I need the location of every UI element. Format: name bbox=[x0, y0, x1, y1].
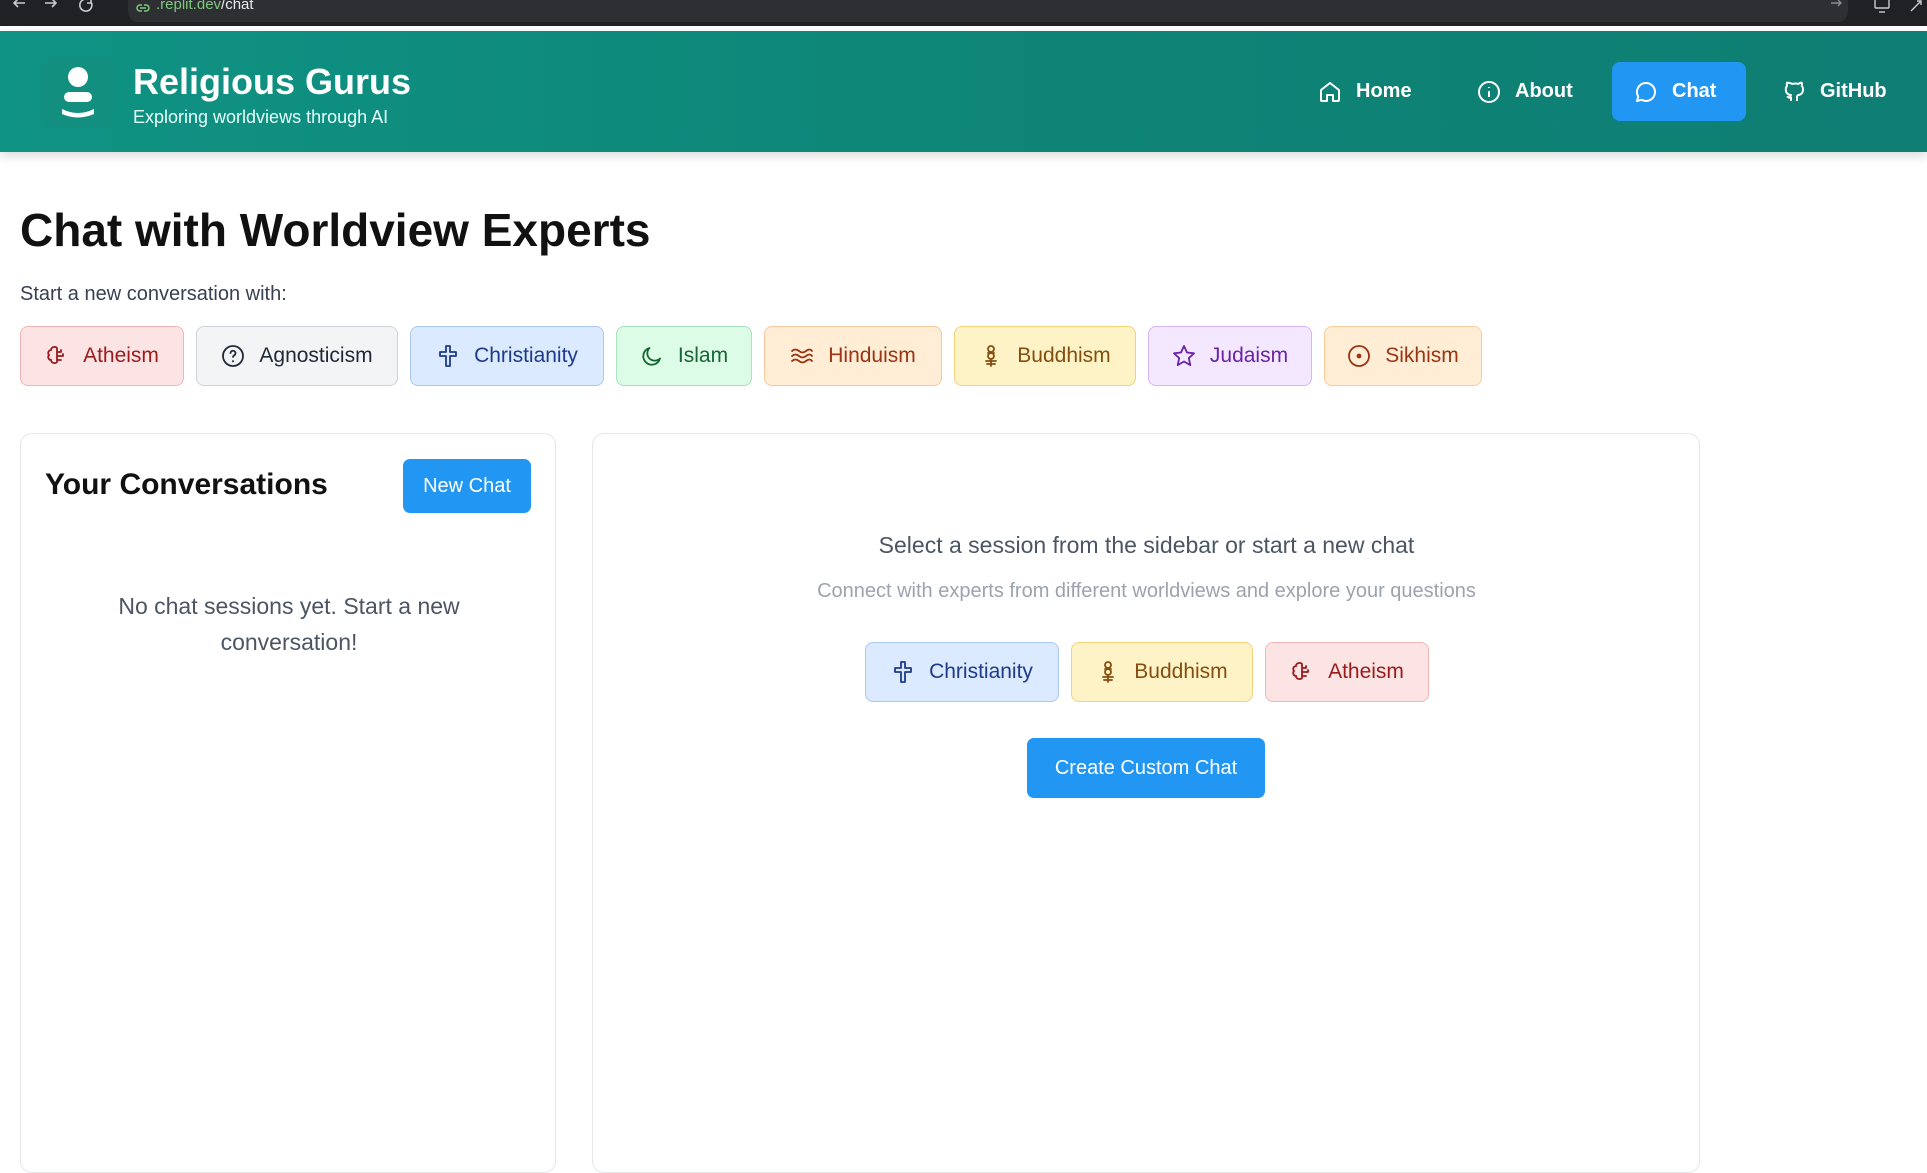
conversations-panel: Your Conversations New Chat No chat sess… bbox=[20, 433, 556, 1173]
worldview-label: Sikhism bbox=[1385, 344, 1459, 367]
nav-github-label: GitHub bbox=[1820, 80, 1887, 102]
select-session-heading: Select a session from the sidebar or sta… bbox=[878, 532, 1415, 558]
quick-start-label: Atheism bbox=[1328, 660, 1404, 683]
nav-home-label: Home bbox=[1356, 80, 1412, 102]
lotus-icon bbox=[985, 345, 998, 367]
back-arrow-icon[interactable] bbox=[8, 0, 30, 14]
new-chat-button[interactable]: New Chat bbox=[403, 459, 531, 513]
address-bar[interactable]: .replit.dev/chat bbox=[128, 0, 1848, 22]
nav-about[interactable]: About bbox=[1455, 62, 1595, 121]
star-icon bbox=[1172, 345, 1195, 366]
quick-start-christianity[interactable]: Christianity bbox=[865, 642, 1059, 702]
worldview-label: Hinduism bbox=[828, 344, 916, 367]
home-icon bbox=[1320, 81, 1340, 102]
worldview-chip-sikhism[interactable]: Sikhism bbox=[1324, 326, 1482, 386]
quick-start-label: Buddhism bbox=[1134, 660, 1228, 683]
select-session-subheading: Connect with experts from different worl… bbox=[817, 580, 1476, 602]
browser-toolbar: .replit.dev/chat bbox=[0, 0, 1927, 26]
logo[interactable] bbox=[42, 57, 114, 127]
question-circle-icon bbox=[222, 345, 245, 367]
reload-icon[interactable] bbox=[74, 0, 96, 14]
info-icon bbox=[1478, 80, 1500, 103]
worldview-chip-islam[interactable]: Islam bbox=[616, 326, 752, 386]
empty-sessions-text: No chat sessions yet. Start a new conver… bbox=[118, 593, 460, 655]
worldview-chip-buddhism[interactable]: Buddhism bbox=[954, 326, 1136, 386]
lotus-icon bbox=[1102, 661, 1115, 683]
brand-title: Religious Gurus bbox=[133, 61, 412, 102]
create-custom-chat-button[interactable]: Create Custom Chat bbox=[1027, 738, 1265, 798]
nav-github[interactable]: GitHub bbox=[1760, 62, 1909, 121]
forward-arrow-icon[interactable] bbox=[40, 0, 62, 14]
cross-icon bbox=[894, 661, 912, 683]
brand-subtitle: Exploring worldviews through AI bbox=[133, 107, 389, 127]
conversations-title: Your Conversations bbox=[45, 468, 328, 501]
send-arrow-icon[interactable] bbox=[1826, 0, 1848, 14]
worldview-chip-judaism[interactable]: Judaism bbox=[1148, 326, 1312, 386]
worldview-label: Buddhism bbox=[1017, 344, 1111, 367]
quick-start-label: Christianity bbox=[929, 660, 1033, 683]
quick-start-buddhism[interactable]: Buddhism bbox=[1071, 642, 1253, 702]
nav-chat-label: Chat bbox=[1672, 80, 1717, 102]
chat-icon bbox=[1636, 81, 1656, 102]
nav-about-label: About bbox=[1515, 80, 1573, 102]
crescent-icon bbox=[642, 347, 661, 366]
worldview-label: Christianity bbox=[474, 344, 578, 367]
github-icon bbox=[1784, 81, 1804, 101]
worldview-chip-atheism[interactable]: Atheism bbox=[20, 326, 184, 386]
expand-icon[interactable] bbox=[1906, 0, 1927, 14]
brain-icon bbox=[47, 346, 64, 364]
worldview-label: Judaism bbox=[1209, 344, 1289, 367]
worldview-chip-christianity[interactable]: Christianity bbox=[410, 326, 604, 386]
start-conversation-label: Start a new conversation with: bbox=[20, 283, 287, 305]
circle-dot-icon bbox=[1348, 345, 1371, 367]
brain-icon bbox=[1292, 662, 1309, 680]
nav-home[interactable]: Home bbox=[1296, 62, 1434, 121]
url-text: .replit.dev/chat bbox=[156, 0, 254, 13]
app-header: Religious Gurus Exploring worldviews thr… bbox=[0, 31, 1927, 152]
person-icon bbox=[62, 67, 94, 118]
worldview-label: Agnosticism bbox=[259, 344, 373, 367]
nav-chat[interactable]: Chat bbox=[1612, 62, 1746, 121]
monitor-icon[interactable] bbox=[1871, 0, 1893, 14]
worldview-label: Atheism bbox=[83, 344, 159, 367]
worldview-label: Islam bbox=[677, 344, 729, 367]
cross-icon bbox=[439, 345, 457, 367]
quick-start-atheism[interactable]: Atheism bbox=[1265, 642, 1429, 702]
chat-panel: Select a session from the sidebar or sta… bbox=[592, 433, 1700, 1173]
waves-icon bbox=[791, 348, 814, 364]
page-title: Chat with Worldview Experts bbox=[20, 204, 651, 256]
worldview-chip-hinduism[interactable]: Hinduism bbox=[764, 326, 942, 386]
link-icon bbox=[136, 0, 150, 18]
worldview-chip-agnosticism[interactable]: Agnosticism bbox=[196, 326, 398, 386]
